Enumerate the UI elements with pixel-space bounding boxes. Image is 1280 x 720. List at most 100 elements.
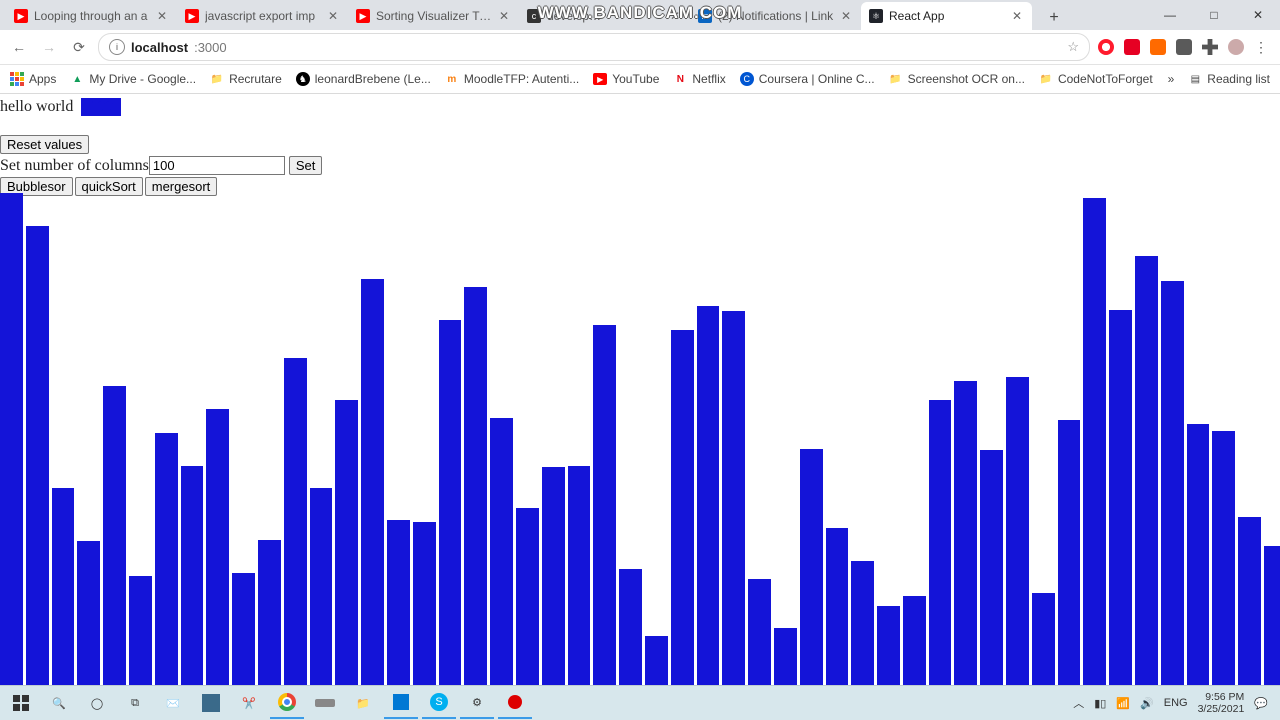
tray-language[interactable]: ENG — [1164, 697, 1188, 709]
forward-button[interactable]: → — [38, 36, 60, 58]
tab-close-icon[interactable]: ✕ — [670, 9, 682, 23]
bookmark-item[interactable]: ▲My Drive - Google... — [70, 72, 196, 86]
sort-bar — [361, 279, 384, 688]
bookmark-item[interactable]: ▶ YouTube — [593, 72, 659, 86]
sort-bar — [258, 540, 281, 688]
record-icon[interactable] — [498, 687, 532, 719]
sort-bar — [671, 330, 694, 688]
bookmark-label: CodeNotToForget — [1058, 72, 1153, 86]
bookmark-label: Apps — [29, 72, 56, 86]
bookmarks-bar: Apps ▲My Drive - Google... 📁Recrutare ♞leon… — [0, 65, 1280, 94]
set-button[interactable]: Set — [289, 156, 323, 175]
sort-bar — [851, 561, 874, 688]
sort-bar — [155, 433, 178, 688]
browser-tab[interactable]: in(2) Notifications | Link✕ — [690, 2, 861, 30]
extension-icons: ⋮ — [1098, 39, 1272, 56]
bookmark-item[interactable]: Apps — [10, 72, 56, 86]
hello-text: hello world 100 — [0, 94, 1280, 120]
new-tab-button[interactable]: + — [1042, 6, 1066, 30]
sort-bar — [439, 320, 462, 688]
sort-bar — [1032, 593, 1055, 688]
ext-orange-icon[interactable] — [1150, 39, 1166, 55]
skype-icon[interactable]: S — [422, 687, 456, 719]
bookmark-item[interactable]: mMoodleTFP: Autenti... — [445, 72, 579, 86]
tab-close-icon[interactable]: ✕ — [499, 9, 511, 23]
bookmark-label: Recrutare — [229, 72, 282, 86]
site-info-icon[interactable]: i — [109, 39, 125, 55]
browser-tab[interactable]: ▶ Looping through an a ✕ — [6, 2, 177, 30]
sort-bar — [826, 528, 849, 688]
tab-close-icon[interactable]: ✕ — [841, 9, 853, 23]
app-icon-1[interactable] — [194, 688, 228, 718]
start-button[interactable] — [4, 688, 38, 718]
tab-title: (2) Notifications | Link — [718, 9, 835, 23]
browser-tab[interactable]: ▶javascript export imp✕ — [177, 2, 348, 30]
close-window-button[interactable]: ✕ — [1236, 0, 1280, 30]
bookmark-icon: N — [673, 72, 687, 86]
tab-close-icon[interactable]: ✕ — [157, 9, 169, 23]
bookmark-item[interactable]: 📁Recrutare — [210, 72, 282, 86]
bookmark-item[interactable]: 📁Screenshot OCR on... — [889, 72, 1025, 86]
sort-bar — [593, 325, 616, 688]
tab-close-icon[interactable]: ✕ — [1012, 9, 1024, 23]
bookmarks-overflow[interactable]: » — [1168, 72, 1175, 86]
cortana-button[interactable]: ◯ — [80, 688, 114, 718]
tray-volume-icon[interactable]: 🔊 — [1140, 697, 1154, 710]
extensions-menu-icon[interactable] — [1202, 39, 1218, 55]
explorer-icon[interactable]: 📁 — [346, 688, 380, 718]
minimize-button[interactable]: ― — [1148, 0, 1192, 30]
snip-icon[interactable]: ✂️ — [232, 688, 266, 718]
profile-avatar[interactable] — [1228, 39, 1244, 55]
url-box[interactable]: i localhost:3000 ☆ — [98, 33, 1090, 61]
window-controls: ― □ ✕ — [1148, 0, 1280, 30]
tab-title: javascript export imp — [205, 9, 322, 23]
sort-bar — [1161, 281, 1184, 688]
tray-wifi-icon[interactable]: 📶 — [1116, 697, 1130, 710]
taskbar-clock[interactable]: 9:56 PM 3/25/2021 — [1198, 691, 1245, 715]
bookmark-icon: ▶ — [593, 72, 607, 86]
tab-close-icon[interactable]: ✕ — [328, 9, 340, 23]
ext-pin-icon[interactable] — [1124, 39, 1140, 55]
browser-tab[interactable]: ⚛React App✕ — [861, 2, 1032, 30]
chrome-taskbar-icon[interactable] — [270, 687, 304, 719]
chrome-menu-icon[interactable]: ⋮ — [1254, 39, 1268, 56]
tray-chevron-icon[interactable]: ︿ — [1073, 695, 1084, 711]
taskview-button[interactable]: ⧉ — [118, 688, 152, 718]
bookmark-item[interactable]: 📁CodeNotToForget — [1039, 72, 1153, 86]
bookmark-item[interactable]: NNetflix — [673, 72, 725, 86]
ext-gray-icon[interactable] — [1176, 39, 1192, 55]
tray-battery-icon[interactable]: ▮▯ — [1094, 697, 1106, 710]
bookmark-item[interactable]: ♞leonardBrebene (Le... — [296, 72, 431, 86]
page-viewport: hello world 100 Reset values Set number … — [0, 94, 1280, 688]
columns-label: Set number of columns — [0, 157, 149, 174]
tab-favicon: c — [527, 9, 541, 23]
settings-icon[interactable]: ⚙ — [460, 687, 494, 719]
browser-tab[interactable]: cdevelop…✕ — [519, 2, 690, 30]
bookmark-label: Coursera | Online C... — [759, 72, 875, 86]
search-button[interactable]: 🔍 — [42, 688, 76, 718]
tab-title: Looping through an a — [34, 9, 151, 23]
star-icon[interactable]: ☆ — [1067, 39, 1079, 55]
ext-opera-icon[interactable] — [1098, 39, 1114, 55]
vscode-icon[interactable] — [384, 687, 418, 719]
sort-bar — [1135, 256, 1158, 688]
bookmark-label: leonardBrebene (Le... — [315, 72, 431, 86]
sort-bar — [284, 358, 307, 688]
columns-input[interactable] — [149, 156, 285, 175]
reload-button[interactable]: ⟳ — [68, 36, 90, 58]
sort-bar — [542, 467, 565, 688]
maximize-button[interactable]: □ — [1192, 0, 1236, 30]
notifications-icon[interactable]: 💬 — [1254, 697, 1268, 710]
back-button[interactable]: ← — [8, 36, 30, 58]
tab-favicon: ▶ — [14, 9, 28, 23]
app-root: hello world 100 Reset values Set number … — [0, 94, 1280, 197]
browser-tab[interactable]: ▶Sorting Visualizer Tuto✕ — [348, 2, 519, 30]
bookmark-label: MoodleTFP: Autenti... — [464, 72, 579, 86]
mail-icon[interactable]: ✉️ — [156, 688, 190, 718]
reset-values-button[interactable]: Reset values — [0, 135, 89, 154]
bookmark-label: YouTube — [612, 72, 659, 86]
reading-list[interactable]: ▤ Reading list — [1188, 72, 1270, 86]
bookmark-item[interactable]: CCoursera | Online C... — [740, 72, 875, 86]
app-icon-2[interactable] — [308, 688, 342, 718]
tab-title: React App — [889, 9, 1006, 23]
